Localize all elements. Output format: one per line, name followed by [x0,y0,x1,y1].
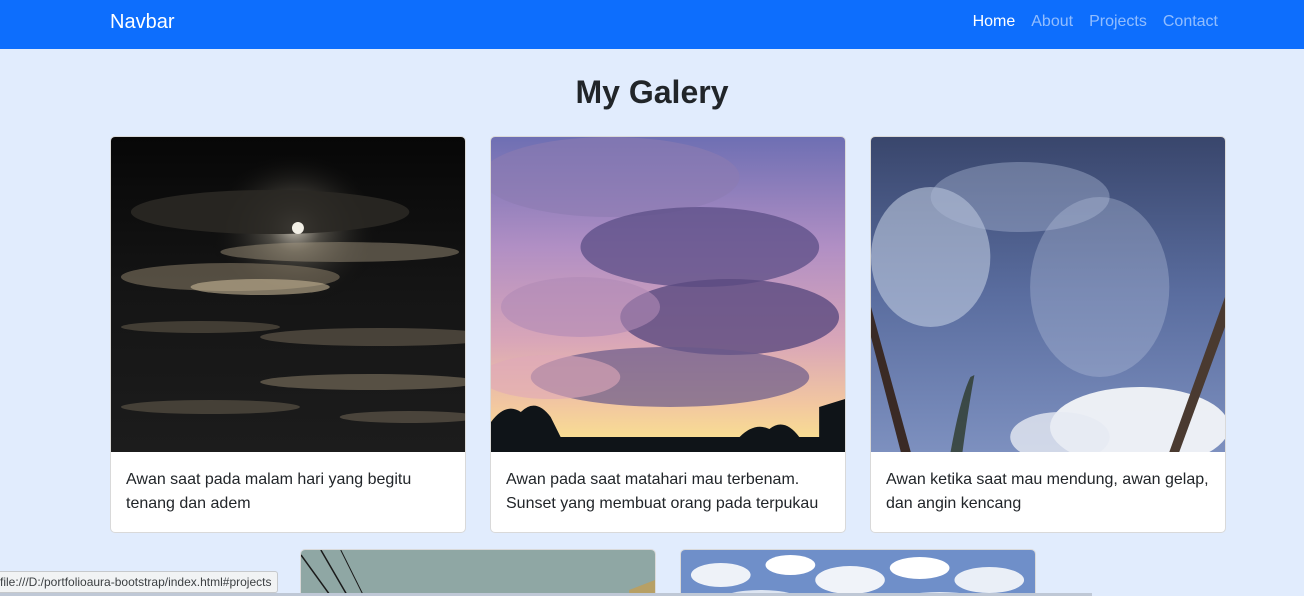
nav-link-about[interactable]: About [1031,13,1073,31]
gallery-card-night: Awan saat pada malam hari yang begitu te… [110,136,466,533]
card-text: Awan saat pada malam hari yang begitu te… [126,471,412,512]
cloudy-sky-image [871,137,1225,452]
nav-links: Home About Projects Contact [973,13,1218,31]
nav-link-contact[interactable]: Contact [1163,13,1218,31]
sky-with-wires-image [301,550,655,596]
navbar: Navbar Home About Projects Contact [0,0,1304,49]
gallery-card-clouds [680,549,1036,596]
gallery-card-wires [300,549,656,596]
card-text: Awan pada saat matahari mau terbenam. Su… [506,471,819,512]
nav-link-home[interactable]: Home [973,13,1016,31]
card-text: Awan ketika saat mau mendung, awan gelap… [886,471,1209,512]
nav-link-projects[interactable]: Projects [1089,13,1147,31]
navbar-brand[interactable]: Navbar [110,11,174,34]
gallery-card-sunset: Awan pada saat matahari mau terbenam. Su… [490,136,846,533]
gallery-title: My Galery [575,74,729,110]
night-clouds-image [111,137,465,452]
sunset-clouds-image [491,137,845,452]
status-bar-url: file:///D:/portfolioaura-bootstrap/index… [0,571,279,593]
gallery-card-cloudy: Awan ketika saat mau mendung, awan gelap… [870,136,1226,533]
white-clouds-image [681,550,1035,596]
